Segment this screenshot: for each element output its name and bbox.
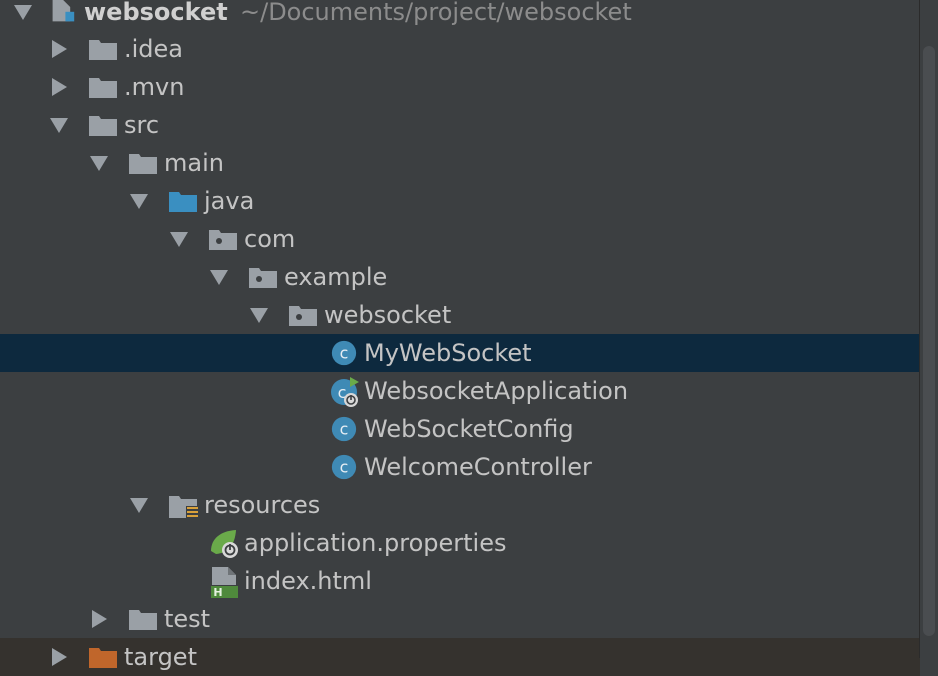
- folder-icon: [128, 607, 158, 631]
- tree-row-resources[interactable]: resources: [0, 486, 920, 524]
- expand-arrow-icon[interactable]: [14, 5, 32, 20]
- expand-arrow-icon[interactable]: [210, 270, 228, 285]
- package-icon: [208, 227, 238, 251]
- expand-arrow-icon[interactable]: [50, 118, 68, 133]
- scrollbar-thumb[interactable]: [923, 46, 935, 636]
- tree-label-class: WebsocketApplication: [364, 377, 629, 405]
- package-icon: [248, 265, 278, 289]
- package-icon: [288, 303, 318, 327]
- project-name: websocket: [84, 0, 228, 26]
- spring-properties-icon: [211, 530, 238, 558]
- html-file-icon: H: [211, 567, 238, 599]
- project-tree: websocket ~/Documents/project/websocket …: [0, 0, 920, 676]
- tree-label-test: test: [164, 605, 211, 633]
- tree-row-websocketconfig[interactable]: WebSocketConfig: [0, 410, 920, 448]
- tree-label-class: WebSocketConfig: [364, 415, 574, 443]
- tree-label-application-properties: application.properties: [244, 529, 507, 557]
- expand-arrow-icon[interactable]: [130, 194, 148, 209]
- collapse-arrow-icon[interactable]: [52, 78, 67, 96]
- excluded-folder-icon: [89, 648, 117, 668]
- tree-label-index-html: index.html: [244, 567, 372, 595]
- tree-label-example: example: [284, 263, 388, 291]
- folder-icon: [88, 37, 118, 61]
- tree-label-java: java: [204, 187, 255, 215]
- tree-row-mvn[interactable]: .mvn: [0, 68, 920, 106]
- tree-label-src: src: [124, 111, 160, 139]
- tree-label-class: WelcomeController: [364, 453, 592, 481]
- tree-label-main: main: [164, 149, 224, 177]
- tree-label-class: MyWebSocket: [364, 339, 532, 367]
- expand-arrow-icon[interactable]: [170, 232, 188, 247]
- folder-icon: [128, 151, 158, 175]
- tree-label-mvn: .mvn: [124, 73, 185, 101]
- tree-row-src[interactable]: src: [0, 106, 920, 144]
- collapse-arrow-icon[interactable]: [52, 40, 67, 58]
- class-icon: [330, 415, 358, 443]
- tree-row-example[interactable]: example: [0, 258, 920, 296]
- spring-boot-class-icon: c: [331, 377, 359, 407]
- tree-row-idea[interactable]: .idea: [0, 30, 920, 68]
- tree-label-idea: .idea: [124, 35, 184, 63]
- tree-label-com: com: [244, 225, 296, 253]
- class-icon: [330, 453, 358, 481]
- expand-arrow-icon[interactable]: [250, 308, 268, 323]
- source-folder-icon: [168, 189, 198, 213]
- tree-row-mywebsocket[interactable]: MyWebSocket: [0, 334, 920, 372]
- tree-row-target[interactable]: target: [0, 638, 920, 676]
- tree-row-java[interactable]: java: [0, 182, 920, 220]
- tree-row-websocket-package[interactable]: websocket: [0, 296, 920, 334]
- tree-row-com[interactable]: com: [0, 220, 920, 258]
- tree-row-welcomecontroller[interactable]: WelcomeController: [0, 448, 920, 486]
- tree-label-resources: resources: [204, 491, 321, 519]
- tree-row-main[interactable]: main: [0, 144, 920, 182]
- collapse-arrow-icon[interactable]: [52, 648, 67, 666]
- expand-arrow-icon[interactable]: [90, 156, 108, 171]
- tree-label-target: target: [124, 643, 197, 671]
- svg-text:H: H: [213, 586, 222, 599]
- tree-row-project-root[interactable]: websocket ~/Documents/project/websocket: [0, 0, 920, 31]
- tree-row-application-properties[interactable]: application.properties: [0, 524, 920, 562]
- expand-arrow-icon[interactable]: [130, 498, 148, 513]
- tree-row-test[interactable]: test: [0, 600, 920, 638]
- project-path: ~/Documents/project/websocket: [240, 0, 632, 26]
- tree-row-websocketapplication[interactable]: c WebsocketApplication: [0, 372, 920, 410]
- folder-icon: [88, 113, 118, 137]
- resources-folder-icon: [169, 496, 199, 520]
- tree-row-index-html[interactable]: H index.html: [0, 562, 920, 600]
- tree-label-websocket-package: websocket: [324, 301, 452, 329]
- collapse-arrow-icon[interactable]: [92, 610, 107, 628]
- folder-icon: [88, 75, 118, 99]
- module-icon: [52, 0, 75, 22]
- vertical-scrollbar[interactable]: [919, 0, 938, 658]
- class-icon: [330, 339, 358, 367]
